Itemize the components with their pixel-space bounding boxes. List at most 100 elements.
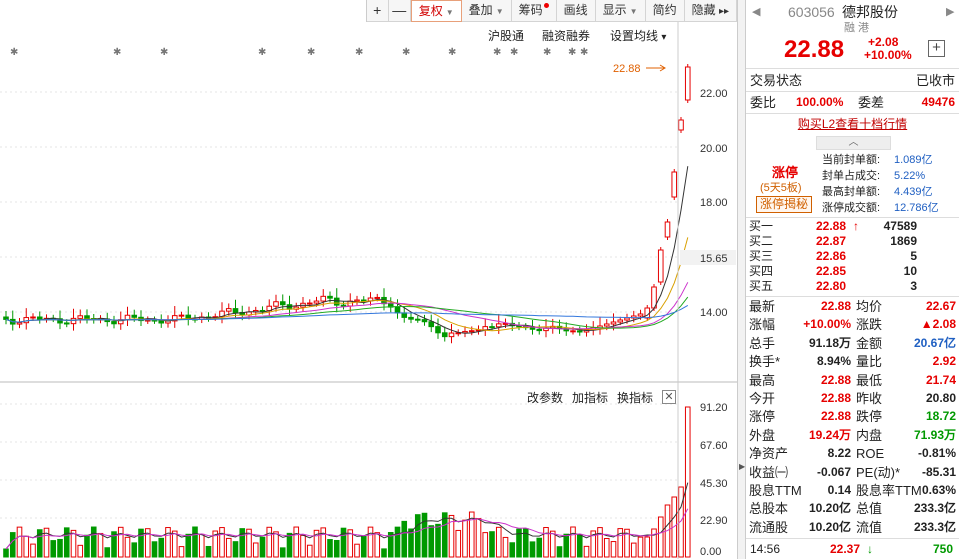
stat-value: +10.00% — [803, 317, 851, 332]
display-label: 显示 — [602, 3, 627, 17]
prev-stock-icon[interactable]: ◀ — [752, 2, 760, 22]
volume-bar — [536, 537, 543, 558]
candle-body — [421, 319, 428, 323]
bid-label: 买二 — [749, 234, 774, 248]
stat-value: 233.3亿 — [913, 501, 956, 516]
draw-line-button[interactable]: 画线 — [556, 0, 596, 22]
stat-value: 0.63% — [921, 483, 956, 497]
event-marker-icon: ✱ — [493, 47, 501, 58]
expand-up-icon[interactable]: ︿ — [816, 136, 891, 150]
bid-label: 买五 — [749, 279, 774, 293]
display-button[interactable]: 显示 ▼ — [595, 0, 646, 22]
bid-row[interactable]: 买一 22.88 ↑ 47589 — [746, 219, 959, 234]
event-marker-icon: ✱ — [258, 47, 266, 58]
candle-body — [340, 304, 347, 307]
stat-row: 总股本 10.20亿 总值 233.3亿 — [746, 500, 959, 517]
candle-body — [232, 308, 239, 313]
volume-ma-lines — [5, 482, 689, 550]
volume-axis-label: 67.60 — [700, 440, 728, 452]
candle-body — [327, 295, 333, 299]
volume-bar — [354, 543, 360, 558]
stat-label: 涨幅 — [749, 317, 776, 333]
arrow-down-icon: ↓ — [867, 542, 873, 556]
candle-body — [408, 316, 414, 320]
volume-bar — [576, 533, 583, 558]
kline-chart-area[interactable]: + — 复权 ▼ 叠加 ▼ 筹码 画线 显示 ▼ 简约 隐藏 ▸▸ 沪股通 融资融券 … — [0, 0, 737, 559]
ma-line — [5, 166, 689, 334]
volume-bar — [23, 535, 30, 558]
stat-value: 91.18万 — [808, 335, 851, 350]
tick-price: 22.37 — [830, 542, 861, 556]
bid-price: 22.85 — [816, 264, 847, 278]
volume-bar — [583, 545, 590, 558]
candle-body — [637, 313, 644, 317]
candle-body — [3, 316, 9, 320]
volume-bar — [286, 532, 293, 558]
bid-row[interactable]: 买二 22.87 1869 — [746, 234, 959, 249]
candle-body — [489, 326, 495, 329]
fuquan-label: 复权 — [418, 4, 443, 18]
hide-button[interactable]: 隐藏 ▸▸ — [684, 0, 737, 22]
bid-row[interactable]: 买五 22.80 3 — [746, 279, 959, 294]
hide-label: 隐藏 — [691, 3, 716, 17]
stat-label: 内盘 — [856, 427, 883, 443]
limit-up-days: (5天5板) — [760, 182, 802, 194]
next-stock-icon[interactable]: ▶ — [946, 2, 954, 22]
simple-button[interactable]: 简约 — [645, 0, 685, 22]
quote-panel: ◀ 603056 德邦股份 ▶ 融 港 22.88 +2.08 +10.00% … — [746, 0, 959, 559]
collapse-arrow-icon[interactable]: ▶ — [739, 462, 745, 471]
stock-name: 德邦股份 — [842, 4, 898, 20]
stat-label: 股息率TTM — [856, 483, 922, 498]
candle-body — [36, 316, 43, 320]
volume-bar — [131, 542, 138, 558]
candle-body — [306, 302, 313, 305]
add-watchlist-button[interactable]: + — [928, 40, 945, 57]
change-params-button[interactable]: 改参数 — [527, 389, 563, 406]
volume-bar — [637, 536, 644, 558]
stat-label: 最低 — [856, 372, 883, 388]
event-marker-icon: ✱ — [568, 47, 576, 58]
close-indicator-icon[interactable]: ✕ — [662, 390, 676, 404]
price-block: 22.88 +2.08 +10.00% + — [746, 36, 959, 64]
stat-value: 22.88 — [820, 391, 851, 405]
volume-bar — [455, 529, 462, 558]
stat-label: PE(动)* — [856, 464, 901, 480]
event-marker-icon: ✱ — [113, 47, 121, 58]
stat-label: 股息TTM — [749, 483, 802, 498]
event-marker-icon: ✱ — [402, 47, 410, 58]
stat-value: 19.24万 — [808, 427, 851, 442]
volume-bar — [192, 526, 198, 558]
caret-down-icon: ▼ — [629, 7, 638, 16]
bid-row[interactable]: 买三 22.86 5 — [746, 249, 959, 264]
panel-collapse-bar[interactable]: ▶ — [737, 0, 746, 559]
candle-body — [313, 300, 320, 304]
stat-label: 外盘 — [749, 427, 776, 443]
volume-bar — [43, 527, 50, 558]
stat-value: 0.14 — [827, 483, 851, 497]
volume-bar — [158, 537, 165, 558]
fuquan-button[interactable]: 复权 ▼ — [410, 0, 462, 22]
last-price-tag: 22.88 — [613, 63, 641, 75]
chips-button[interactable]: 筹码 — [511, 0, 557, 22]
stat-row: 最新 22.88 均价 22.67 — [746, 298, 959, 315]
more-arrows-icon[interactable]: ▸▸ — [719, 6, 729, 17]
volume-bar — [293, 526, 300, 558]
kline-svg[interactable]: ✱ ✱ ✱ ✱ ✱ ✱ ✱ ✱ ✱ ✱ ✱ ✱ ✱ 22.00 20.00 18.00 15.65 14… — [0, 22, 737, 559]
buy-l2-link[interactable]: 购买L2查看十档行情 — [798, 117, 907, 131]
overlay-button[interactable]: 叠加 ▼ — [461, 0, 512, 22]
add-indicator-button[interactable]: 加指标 — [572, 389, 608, 406]
bid-row[interactable]: 买四 22.85 10 — [746, 264, 959, 279]
zoom-in-button[interactable]: + — [366, 0, 389, 22]
volume-bar — [300, 534, 306, 558]
stat-value: 20.67亿 — [913, 335, 956, 350]
switch-indicator-button[interactable]: 换指标 — [617, 389, 653, 406]
volume-bar — [367, 526, 374, 558]
zoom-out-button[interactable]: — — [388, 0, 411, 22]
ma-line — [5, 304, 689, 323]
stat-value: 71.93万 — [913, 427, 956, 442]
trade-status-row: 交易状态 已收市 — [746, 72, 959, 89]
trade-status-value: 已收市 — [915, 73, 955, 88]
limit-up-reveal-button[interactable]: 涨停揭秘 — [756, 196, 813, 213]
stock-header: ◀ 603056 德邦股份 ▶ — [746, 2, 959, 22]
limit-stat-label: 当前封单额: — [822, 154, 881, 166]
